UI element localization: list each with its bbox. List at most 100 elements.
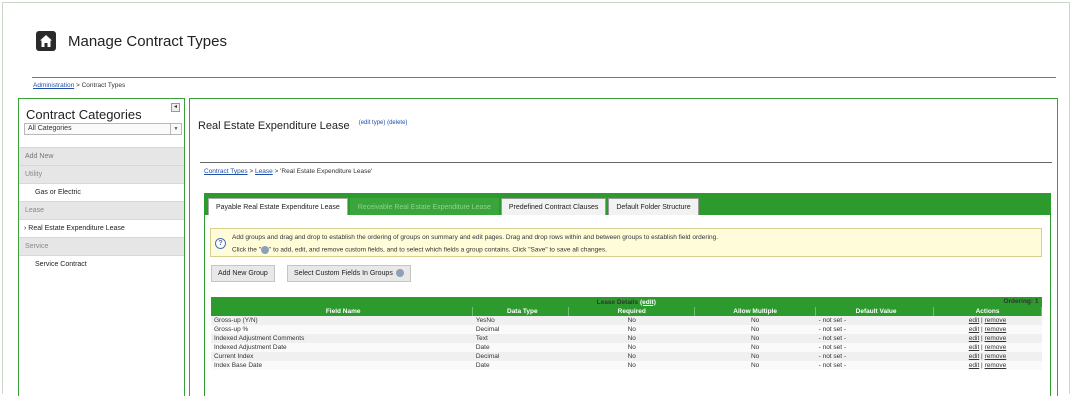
remove-field-link[interactable]: remove <box>985 317 1007 324</box>
edit-group-link[interactable]: (edit) <box>640 299 656 306</box>
sidebar-header: Contract Categories ◂ All Categories ▼ <box>19 99 184 147</box>
field-name-cell: Index Base Date <box>211 361 473 370</box>
contract-tabs-panel: Payable Real Estate Expenditure Lease Re… <box>204 193 1051 396</box>
category-select-value: All Categories <box>28 125 72 132</box>
help-icon: ? <box>215 238 226 249</box>
remove-field-link[interactable]: remove <box>985 344 1007 351</box>
column-header-default-value: Default Value <box>815 307 935 316</box>
breadcrumb-contract-types-link[interactable]: Contract Types <box>204 168 248 175</box>
delete-type-link[interactable]: (delete) <box>387 120 407 126</box>
table-row[interactable]: Current Index Decimal No No - not set - edit … <box>211 352 1042 361</box>
actions-cell: edit | remove <box>933 343 1042 352</box>
title-divider <box>200 162 1052 163</box>
remove-field-link[interactable]: remove <box>985 353 1007 360</box>
page-header: Manage Contract Types <box>36 30 227 52</box>
data-type-cell: YesNo <box>472 316 569 325</box>
default-value-cell: - not set - <box>815 343 934 352</box>
required-cell: No <box>568 361 695 370</box>
required-cell: No <box>568 343 695 352</box>
allow-multiple-cell: No <box>694 343 816 352</box>
page-title: Manage Contract Types <box>68 32 227 50</box>
sidebar-section-utility: Utility <box>19 165 184 183</box>
add-new-group-button[interactable]: Add New Group <box>211 265 275 282</box>
collapse-sidebar-button[interactable]: ◂ <box>171 103 180 112</box>
edit-field-link[interactable]: edit <box>969 335 979 342</box>
contract-categories-sidebar: Contract Categories ◂ All Categories ▼ A… <box>18 98 185 396</box>
remove-field-link[interactable]: remove <box>985 326 1007 333</box>
column-header-row: Field Name Data Type Required Allow Mult… <box>211 307 1042 316</box>
default-value-cell: - not set - <box>815 361 934 370</box>
sidebar-item-gas-or-electric[interactable]: Gas or Electric <box>19 183 184 201</box>
remove-field-link[interactable]: remove <box>985 362 1007 369</box>
data-type-cell: Decimal <box>472 325 569 334</box>
default-value-cell: - not set - <box>815 334 934 343</box>
contract-type-panel: Real Estate Expenditure Lease (edit type… <box>189 98 1058 396</box>
instructions-line-2a: Click the " <box>232 246 262 254</box>
required-cell: No <box>568 316 695 325</box>
table-row[interactable]: Gross-up (Y/N) YesNo No No - not set - edit |… <box>211 316 1042 325</box>
tab-payable-lease[interactable]: Payable Real Estate Expenditure Lease <box>208 198 348 215</box>
sidebar-item-real-estate-expenditure-lease[interactable]: › Real Estate Expenditure Lease <box>19 219 184 237</box>
column-header-field-name: Field Name <box>211 307 474 316</box>
table-row[interactable]: Indexed Adjustment Comments Text No No - not… <box>211 334 1042 343</box>
edit-field-link[interactable]: edit <box>969 326 979 333</box>
group-caption-row: Lease Details (edit) Ordering: 1 <box>211 297 1042 307</box>
breadcrumb-administration-link[interactable]: Administration <box>33 82 74 89</box>
allow-multiple-cell: No <box>694 316 816 325</box>
table-row[interactable]: Index Base Date Date No No - not set - edit |… <box>211 361 1042 370</box>
home-icon[interactable] <box>36 31 56 51</box>
edit-field-link[interactable]: edit <box>969 353 979 360</box>
breadcrumb-separator: > <box>74 82 82 89</box>
edit-field-link[interactable]: edit <box>969 344 979 351</box>
add-new-category-button[interactable]: Add New <box>19 147 184 165</box>
field-name-cell: Gross-up (Y/N) <box>211 316 473 325</box>
table-row[interactable]: Indexed Adjustment Date Date No No - not set… <box>211 343 1042 352</box>
allow-multiple-cell: No <box>694 361 816 370</box>
tab-default-folder-structure[interactable]: Default Folder Structure <box>608 198 699 215</box>
group-title: Lease Details <box>596 298 639 306</box>
required-cell: No <box>568 352 695 361</box>
required-cell: No <box>568 334 695 343</box>
data-type-cell: Decimal <box>472 352 569 361</box>
tab-receivable-lease[interactable]: Receivable Real Estate Expenditure Lease <box>349 198 499 215</box>
allow-multiple-cell: No <box>694 334 816 343</box>
actions-cell: edit | remove <box>933 325 1042 334</box>
actions-cell: edit | remove <box>933 316 1042 325</box>
allow-multiple-cell: No <box>694 325 816 334</box>
tab-bar: Payable Real Estate Expenditure Lease Re… <box>205 194 1050 215</box>
instructions-line-2: Click the " " to add, edit, and remove cu… <box>232 246 607 254</box>
column-header-actions: Actions <box>933 307 1042 316</box>
actions-cell: edit | remove <box>933 352 1042 361</box>
sidebar-item-service-contract[interactable]: Service Contract <box>19 255 184 273</box>
actions-cell: edit | remove <box>933 334 1042 343</box>
breadcrumb-current: > 'Real Estate Expenditure Lease' <box>272 168 373 175</box>
select-custom-fields-button[interactable]: Select Custom Fields In Groups <box>287 265 411 282</box>
breadcrumb-current: Contract Types <box>81 82 126 89</box>
data-type-cell: Date <box>472 361 569 370</box>
contract-type-heading: Real Estate Expenditure Lease (edit type… <box>198 120 407 132</box>
gear-icon <box>261 246 270 254</box>
edit-type-link[interactable]: (edit type) <box>359 120 386 126</box>
edit-field-link[interactable]: edit <box>969 317 979 324</box>
group-ordering: Ordering: 1 <box>1003 298 1039 305</box>
table-row[interactable]: Gross-up % Decimal No No - not set - edit | r… <box>211 325 1042 334</box>
category-select[interactable]: All Categories ▼ <box>24 123 182 135</box>
instructions-line-1: Add groups and drag and drop to establis… <box>232 234 718 241</box>
add-new-group-label: Add New Group <box>218 270 268 277</box>
breadcrumb-separator: > <box>247 168 256 175</box>
field-name-cell: Indexed Adjustment Comments <box>211 334 473 343</box>
data-type-cell: Text <box>472 334 569 343</box>
default-value-cell: - not set - <box>815 325 934 334</box>
lease-details-group-table: Lease Details (edit) Ordering: 1 Field N… <box>211 297 1042 370</box>
sidebar-section-service: Service <box>19 237 184 255</box>
data-type-cell: Date <box>472 343 569 352</box>
column-header-data-type: Data Type <box>472 307 570 316</box>
edit-field-link[interactable]: edit <box>969 362 979 369</box>
actions-cell: edit | remove <box>933 361 1042 370</box>
header-divider <box>32 77 1056 78</box>
breadcrumb-lease-link[interactable]: Lease <box>255 168 273 175</box>
tab-predefined-clauses[interactable]: Predefined Contract Clauses <box>500 198 607 215</box>
instructions-box: ? Add groups and drag and drop to establ… <box>210 228 1042 257</box>
contract-breadcrumb: Contract Types > Lease > 'Real Estate Ex… <box>204 168 372 175</box>
remove-field-link[interactable]: remove <box>985 335 1007 342</box>
